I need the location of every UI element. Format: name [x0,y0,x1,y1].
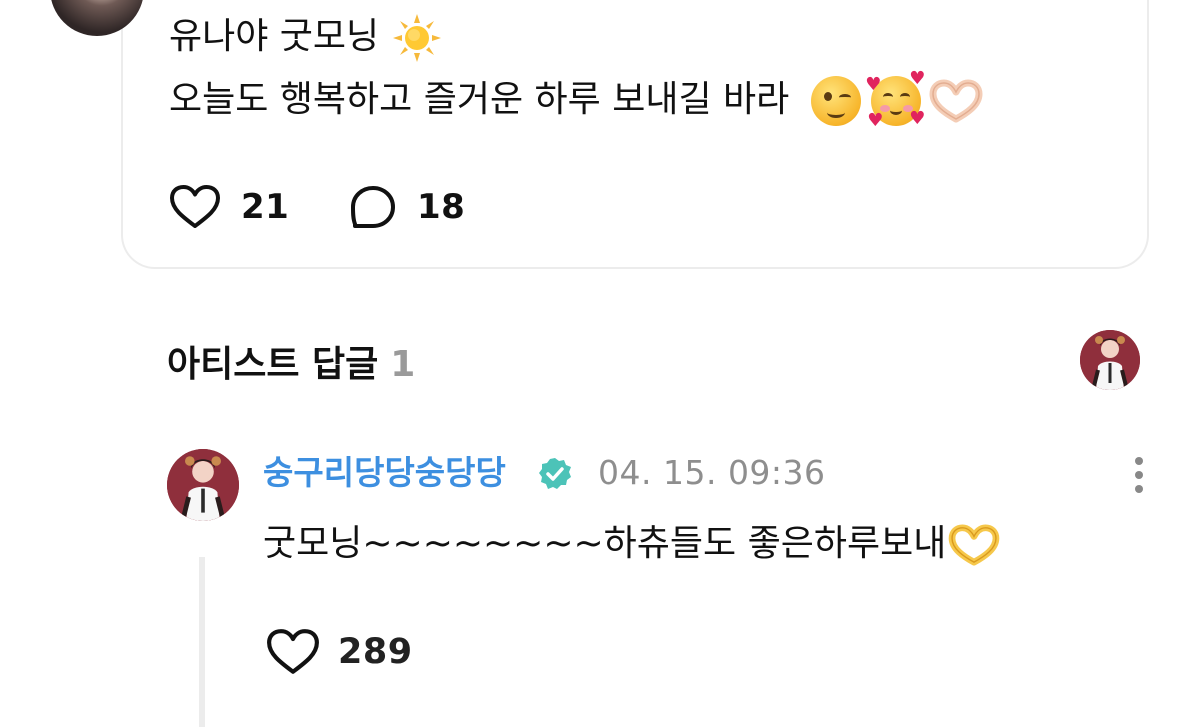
reply-thread-line [199,557,205,727]
more-options-icon[interactable] [1126,453,1152,497]
post-text-line-1: 유나야 굿모닝 [169,13,442,62]
comment-bubble-icon [351,186,395,228]
heart-icon [170,185,220,228]
post-comment-count: 18 [417,187,466,227]
reply-like-count: 289 [338,632,413,672]
artist-profile-thumbnail[interactable] [1080,330,1140,390]
reply-timestamp: 04. 15. 09:36 [598,453,826,492]
reply-text-content: 굿모닝~~~~~~~~하츄들도 좋은하루보내 [263,523,947,564]
reply-author-avatar[interactable] [167,449,239,521]
heart-hands-emoji-icon [929,79,983,123]
artist-replies-heading: 아티스트 답글 1 [167,335,415,387]
reply-like-button[interactable]: 289 [266,627,413,677]
artist-replies-title: 아티스트 답글 [167,344,379,385]
artist-replies-count: 1 [390,344,416,385]
smiling-face-with-hearts-emoji-icon: ♥ ♥ ♥ ♥ [865,68,926,131]
verified-badge-icon [538,457,572,491]
post-text-line-1-text: 유나야 굿모닝 [169,16,380,57]
post-text-line-2: 오늘도 행복하고 즐거운 하루 보내길 바라 ♥ ♥ ♥ ♥ [169,68,983,131]
post-author-avatar[interactable] [50,0,144,36]
post-text-line-2-text: 오늘도 행복하고 즐거운 하루 보내길 바라 [169,79,790,120]
winking-face-emoji-icon [811,76,862,126]
heart-icon [267,629,319,674]
reply-author-name[interactable]: 숭구리당당숭당당 [263,451,506,495]
post-like-count: 21 [241,187,290,227]
post-like-button[interactable]: 21 [169,183,289,231]
reply-text: 굿모닝~~~~~~~~하츄들도 좋은하루보내 [263,520,1000,568]
post-comment-button[interactable]: 18 [349,183,465,231]
sun-emoji-icon [393,14,442,62]
heart-hands-emoji-icon [948,524,1000,566]
